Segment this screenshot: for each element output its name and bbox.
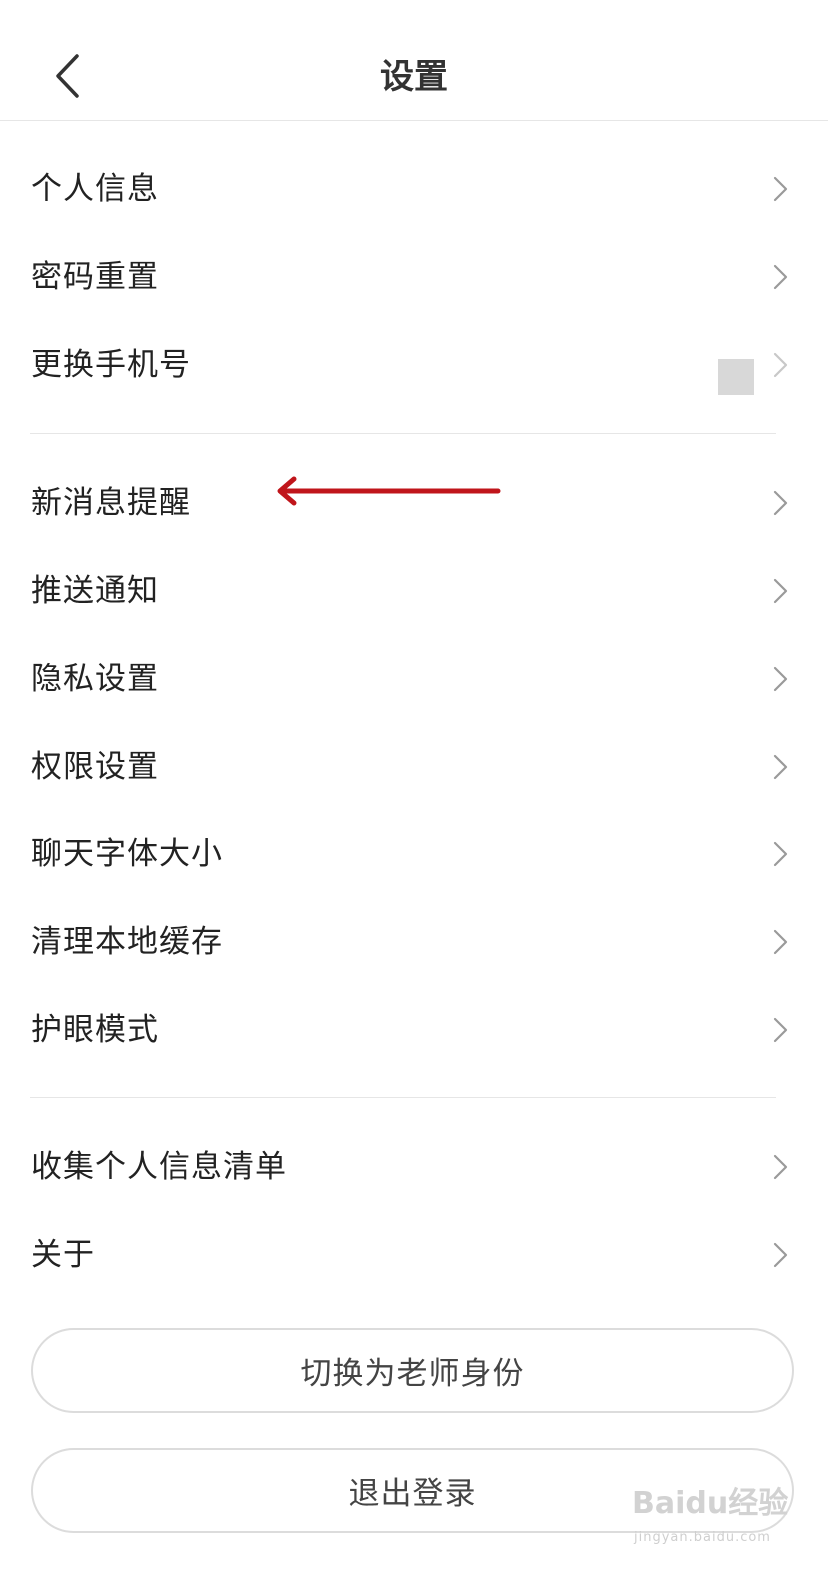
settings-item-clear-cache[interactable]: 清理本地缓存 (0, 898, 828, 986)
chevron-right-icon (773, 264, 788, 290)
settings-item-permissions[interactable]: 权限设置 (0, 723, 828, 811)
settings-item-label: 更换手机号 (31, 347, 191, 383)
settings-item-change-phone[interactable]: 更换手机号 (0, 321, 828, 409)
settings-page: 设置 个人信息 密码重置 更换手机号 新消息提醒 推送通知 隐私设置 权限设置 … (0, 0, 828, 1571)
settings-item-password-reset[interactable]: 密码重置 (0, 233, 828, 321)
chevron-right-icon (773, 666, 788, 692)
chevron-right-icon (773, 578, 788, 604)
top-bar: 设置 (0, 0, 828, 121)
settings-item-privacy[interactable]: 隐私设置 (0, 635, 828, 723)
settings-item-label: 个人信息 (31, 171, 159, 207)
redaction-block (718, 359, 754, 395)
switch-to-teacher-button[interactable]: 切换为老师身份 (31, 1328, 794, 1413)
chevron-right-icon (773, 1017, 788, 1043)
settings-item-label: 关于 (31, 1237, 95, 1273)
page-title: 设置 (380, 57, 448, 97)
settings-item-label: 推送通知 (31, 573, 159, 609)
settings-item-push-notification[interactable]: 推送通知 (0, 547, 828, 635)
group-divider (30, 433, 776, 434)
settings-item-eye-care[interactable]: 护眼模式 (0, 986, 828, 1074)
settings-item-label: 隐私设置 (31, 661, 159, 697)
settings-item-chat-font-size[interactable]: 聊天字体大小 (0, 810, 828, 898)
settings-item-label: 收集个人信息清单 (31, 1149, 287, 1185)
chevron-right-icon (773, 929, 788, 955)
settings-item-personal-info[interactable]: 个人信息 (0, 145, 828, 233)
settings-item-personal-info-list[interactable]: 收集个人信息清单 (0, 1123, 828, 1211)
chevron-right-icon (773, 176, 788, 202)
chevron-right-icon (773, 754, 788, 780)
watermark-url: jingyan.baidu.com (634, 1530, 771, 1545)
settings-item-label: 新消息提醒 (31, 485, 191, 521)
settings-item-label: 权限设置 (31, 749, 159, 785)
chevron-right-icon (773, 352, 788, 378)
watermark-brand: Baidu经验 (632, 1486, 789, 1521)
settings-item-label: 护眼模式 (31, 1012, 159, 1048)
arrow-left-icon (277, 476, 501, 506)
settings-item-label: 密码重置 (31, 259, 159, 295)
group-divider (30, 1097, 776, 1098)
settings-item-label: 聊天字体大小 (31, 836, 223, 872)
baidu-jingyan-watermark: Baidu经验 jingyan.baidu.com (632, 1478, 792, 1550)
chevron-right-icon (773, 490, 788, 516)
settings-item-about[interactable]: 关于 (0, 1211, 828, 1299)
settings-item-label: 清理本地缓存 (31, 924, 223, 960)
chevron-right-icon (773, 1154, 788, 1180)
chevron-right-icon (773, 841, 788, 867)
chevron-right-icon (773, 1242, 788, 1268)
